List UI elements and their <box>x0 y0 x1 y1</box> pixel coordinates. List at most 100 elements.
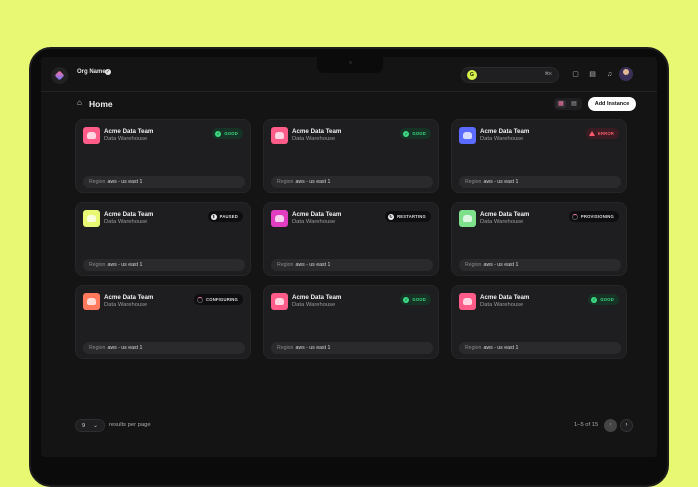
region-pill: Region aws - us east 1 <box>459 342 621 354</box>
status-badge: ↻ RESTARTING <box>385 211 431 222</box>
region-value: aws - us east 1 <box>483 262 519 268</box>
region-label: Region <box>465 179 482 185</box>
instance-icon <box>271 127 288 144</box>
search-shortcut: ⌘K <box>544 71 552 76</box>
search-bar[interactable]: G ⌘K <box>461 67 559 83</box>
instance-title: Acme Data Team <box>480 128 530 135</box>
grid-view-icon[interactable]: ▦ <box>556 100 566 108</box>
instance-subtitle: Data Warehouse <box>104 219 148 225</box>
instance-card[interactable]: Acme Data Team Data Warehouse ✓ GOOD Region a… <box>263 119 439 193</box>
instance-subtitle: Data Warehouse <box>480 136 524 142</box>
region-value: aws - us east 1 <box>295 262 331 268</box>
region-pill: Region aws - us east 1 <box>459 176 621 188</box>
region-pill: Region aws - us east 1 <box>83 176 245 188</box>
status-icon: ✓ <box>403 130 410 137</box>
status-badge: Ⅱ PAUSED <box>207 211 243 222</box>
region-pill: Region aws - us east 1 <box>271 342 433 354</box>
instance-subtitle: Data Warehouse <box>292 136 336 142</box>
status-icon: ✓ <box>215 130 222 137</box>
instance-card[interactable]: Acme Data Team Data Warehouse ↻ RESTARTING R… <box>263 202 439 276</box>
status-badge: ERROR <box>585 128 619 139</box>
region-label: Region <box>465 262 482 268</box>
verified-check-icon: ✓ <box>105 69 111 75</box>
instance-icon <box>459 210 476 227</box>
instance-icon <box>459 127 476 144</box>
region-pill: Region aws - us east 1 <box>271 176 433 188</box>
status-icon: ↻ <box>388 213 395 220</box>
instance-card[interactable]: Acme Data Team Data Warehouse ✓ GOOD Region a… <box>451 285 627 359</box>
region-value: aws - us east 1 <box>107 262 143 268</box>
region-label: Region <box>89 345 106 351</box>
region-value: aws - us east 1 <box>295 179 331 185</box>
status-badge: PROVISIONING <box>568 211 619 222</box>
user-avatar[interactable] <box>619 67 633 81</box>
region-pill: Region aws - us east 1 <box>459 259 621 271</box>
region-pill: Region aws - us east 1 <box>83 259 245 271</box>
list-view-icon[interactable]: ▤ <box>569 100 579 108</box>
instance-icon <box>83 210 100 227</box>
instance-title: Acme Data Team <box>292 128 342 135</box>
instance-card[interactable]: Acme Data Team Data Warehouse PROVISIONING… <box>451 202 627 276</box>
org-name[interactable]: Org Name <box>77 69 106 75</box>
instance-title: Acme Data Team <box>292 294 342 301</box>
brain-icon <box>87 215 96 222</box>
instance-icon <box>459 293 476 310</box>
region-value: aws - us east 1 <box>483 345 519 351</box>
org-logo[interactable] <box>51 67 68 84</box>
instance-card[interactable]: Acme Data Team Data Warehouse ✓ GOOD Region a… <box>263 285 439 359</box>
status-badge: ✓ GOOD <box>400 294 431 305</box>
laptop-frame: Org Name ✓ G ⌘K ▢ ▤ ♫ ⌂ Home ▦ ▤ Add Ins… <box>29 47 669 487</box>
view-toggle: ▦ ▤ <box>554 98 582 110</box>
brain-icon <box>463 298 472 305</box>
laptop-notch <box>317 57 383 73</box>
instance-subtitle: Data Warehouse <box>104 136 148 142</box>
bell-icon[interactable]: ♫ <box>605 70 614 79</box>
status-icon: Ⅱ <box>210 213 217 220</box>
instance-subtitle: Data Warehouse <box>104 302 148 308</box>
camera-dot <box>349 61 352 64</box>
brain-icon <box>275 132 284 139</box>
region-label: Region <box>277 345 294 351</box>
status-icon: ✓ <box>403 296 410 303</box>
status-badge: CONFIGURING <box>194 294 243 305</box>
status-icon <box>571 213 578 220</box>
per-page-value: 9 <box>82 423 86 429</box>
status-label: GOOD <box>600 297 614 302</box>
instance-card[interactable]: Acme Data Team Data Warehouse ✓ GOOD Region a… <box>75 119 251 193</box>
instance-card[interactable]: Acme Data Team Data Warehouse ERROR Region a… <box>451 119 627 193</box>
status-icon <box>197 296 204 303</box>
add-instance-button[interactable]: Add Instance <box>588 97 636 111</box>
instance-subtitle: Data Warehouse <box>292 302 336 308</box>
prev-page-button[interactable]: ‹ <box>604 419 617 432</box>
brain-icon <box>275 298 284 305</box>
instance-card[interactable]: Acme Data Team Data Warehouse CONFIGURING R… <box>75 285 251 359</box>
brain-icon <box>463 132 472 139</box>
status-icon: ✓ <box>591 296 598 303</box>
instance-title: Acme Data Team <box>104 128 154 135</box>
instance-title: Acme Data Team <box>480 294 530 301</box>
instance-title: Acme Data Team <box>292 211 342 218</box>
region-label: Region <box>89 179 106 185</box>
pagination-count: 1–5 of 15 <box>574 422 599 428</box>
per-page-select[interactable]: 9 ⌄ <box>75 419 105 432</box>
chevron-down-icon: ⌄ <box>93 423 99 429</box>
region-label: Region <box>277 262 294 268</box>
region-label: Region <box>465 345 482 351</box>
instance-subtitle: Data Warehouse <box>292 219 336 225</box>
status-badge: ✓ GOOD <box>588 294 619 305</box>
instance-title: Acme Data Team <box>104 211 154 218</box>
instance-card[interactable]: Acme Data Team Data Warehouse Ⅱ PAUSED Regio… <box>75 202 251 276</box>
status-label: RESTARTING <box>397 214 426 219</box>
chat-icon[interactable]: ▢ <box>571 70 580 79</box>
logo-mark <box>54 70 65 81</box>
instance-title: Acme Data Team <box>104 294 154 301</box>
status-label: CONFIGURING <box>206 297 238 302</box>
status-label: GOOD <box>224 131 238 136</box>
next-page-button[interactable]: › <box>620 419 633 432</box>
instance-icon <box>83 127 100 144</box>
region-label: Region <box>277 179 294 185</box>
region-value: aws - us east 1 <box>483 179 519 185</box>
document-icon[interactable]: ▤ <box>588 70 597 79</box>
region-pill: Region aws - us east 1 <box>271 259 433 271</box>
status-label: GOOD <box>412 131 426 136</box>
